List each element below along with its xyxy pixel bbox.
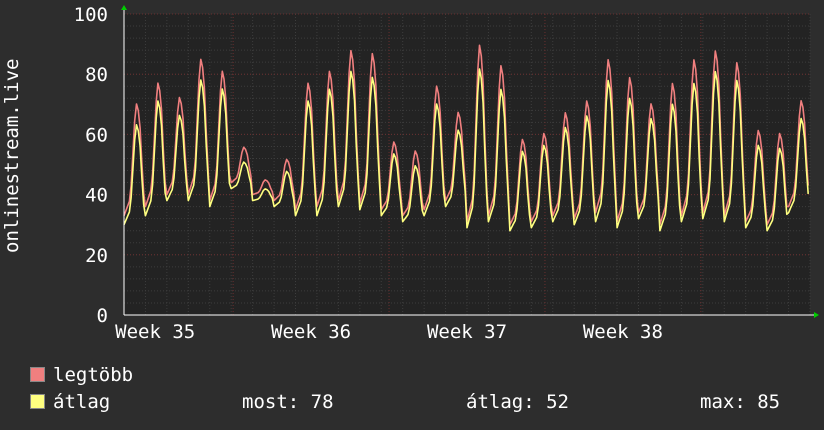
legend-label-avg: átlag [53, 391, 111, 413]
y-tick-label: 60 [85, 124, 108, 146]
y-axis-arrow [121, 5, 127, 10]
legend-swatch-avg [30, 394, 45, 409]
x-tick-label: Week 36 [271, 321, 351, 343]
stat-average: átlag: 52 [466, 391, 569, 413]
y-tick-label: 20 [85, 245, 108, 267]
stat-current: most: 78 [242, 391, 334, 413]
x-tick-label: Week 35 [115, 321, 195, 343]
legend-swatch-max [30, 367, 45, 382]
x-tick-labels: Week 35 Week 36 Week 37 Week 38 [115, 321, 663, 343]
stat-max: max: 85 [700, 391, 781, 413]
x-axis-arrow [814, 312, 819, 318]
legend-item-max: legtöbb [30, 364, 133, 386]
x-tick-label: Week 37 [427, 321, 507, 343]
legend-label-max: legtöbb [53, 364, 134, 386]
y-tick-labels: 0 20 40 60 80 100 [74, 4, 108, 327]
y-tick-label: 100 [74, 4, 108, 26]
y-axis-title: onlinestream.live [1, 58, 23, 253]
y-tick-label: 80 [85, 64, 108, 86]
legend-item-avg: átlag [30, 391, 110, 413]
x-tick-label: Week 38 [583, 321, 663, 343]
y-tick-label: 40 [85, 185, 108, 207]
y-tick-label: 0 [97, 305, 108, 327]
